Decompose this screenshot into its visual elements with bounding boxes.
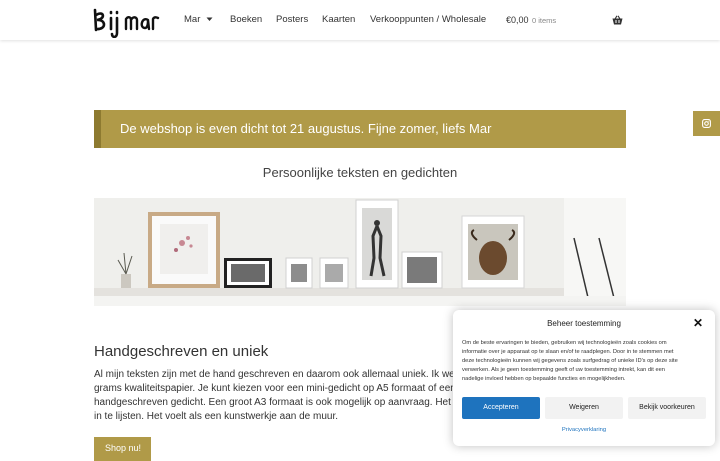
body-line: handgeschreven gedicht. Een groot A3 for…	[94, 397, 478, 408]
preferences-button[interactable]: Bekijk voorkeuren	[628, 397, 706, 419]
site-header: Mar Boeken Posters Kaarten Verkooppunten…	[0, 0, 720, 40]
cookie-dialog: Beheer toestemming ✕ Om de beste ervarin…	[453, 310, 715, 446]
deny-button[interactable]: Weigeren	[545, 397, 623, 419]
shop-now-label: Shop nu!	[105, 443, 142, 453]
cookie-text-line: deze technologieën kunnen wij gegevens z…	[462, 358, 678, 364]
instagram-icon	[702, 119, 711, 128]
nav-item-verkooppunten[interactable]: Verkooppunten / Wholesale	[370, 14, 486, 25]
nav-item-boeken[interactable]: Boeken	[230, 14, 262, 25]
hero-photo	[94, 198, 626, 306]
chevron-down-icon[interactable]	[206, 17, 213, 22]
notice-banner: De webshop is even dicht tot 21 augustus…	[94, 110, 626, 148]
cookie-text-line: Om de beste ervaringen te bieden, gebrui…	[462, 340, 667, 346]
cookie-text: Om de beste ervaringen te bieden, gebrui…	[462, 339, 708, 384]
hero-image	[94, 198, 626, 306]
notice-accent-bar	[94, 110, 101, 148]
notice-text: De webshop is even dicht tot 21 augustus…	[120, 121, 492, 136]
basket-icon[interactable]	[612, 15, 623, 25]
nav-item-mar[interactable]: Mar	[184, 14, 213, 25]
cookie-text-line: nadelige invloed hebben op bepaalde func…	[462, 376, 626, 382]
privacy-link[interactable]: Privacyverklaring	[453, 427, 715, 433]
cookie-text-line: verwerken. Als je geen toestemming geeft…	[462, 367, 665, 373]
body-line: in te lijsten. Het voelt als een kunstwe…	[94, 411, 339, 422]
page-subtitle: Persoonlijke teksten en gedichten	[262, 165, 458, 180]
logo[interactable]	[92, 6, 160, 38]
nav-item-label: Mar	[184, 14, 201, 25]
instagram-side-tab[interactable]	[693, 111, 720, 136]
body-line: grams kwaliteitspapier. Je kunt kiezen v…	[94, 383, 471, 394]
cookie-text-line: informatie over je apparaat op te slaan …	[462, 349, 674, 355]
body-line: Al mijn teksten zijn met de hand geschre…	[94, 369, 477, 380]
nav-item-kaarten[interactable]: Kaarten	[322, 14, 355, 25]
close-icon[interactable]: ✕	[693, 316, 703, 330]
cart-total[interactable]: €0,00	[506, 15, 529, 25]
shop-now-button[interactable]: Shop nu!	[94, 437, 151, 461]
body-text: Al mijn teksten zijn met de hand geschre…	[94, 368, 484, 424]
section-title: Handgeschreven en uniek	[94, 343, 269, 360]
cookie-title: Beheer toestemming	[547, 319, 621, 328]
cart-count[interactable]: 0 items	[532, 16, 556, 25]
accept-button[interactable]: Accepteren	[462, 397, 540, 419]
nav-item-posters[interactable]: Posters	[276, 14, 308, 25]
